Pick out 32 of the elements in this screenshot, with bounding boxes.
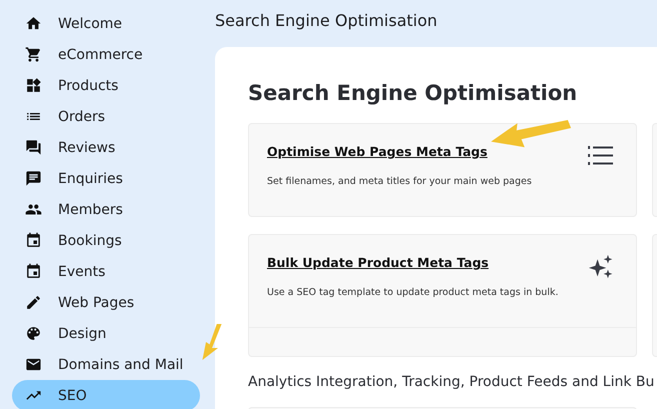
- sidebar-item[interactable]: Domains and Mail: [12, 349, 200, 380]
- home-icon: [25, 15, 42, 32]
- sidebar-item[interactable]: SEO: [12, 380, 200, 409]
- card-description: Use a SEO tag template to update product meta tags in bulk.: [267, 287, 558, 298]
- header-title: Search Engine Optimisation: [215, 10, 438, 32]
- sidebar-item[interactable]: Enquiries: [12, 163, 200, 194]
- section-title: Analytics Integration, Tracking, Product Feeds and Link Bu: [248, 374, 656, 390]
- calendar-icon: [25, 232, 42, 249]
- cart-icon: [25, 46, 42, 63]
- sidebar-item[interactable]: Events: [12, 256, 200, 287]
- sparkle-icon: [588, 254, 614, 280]
- sidebar-item[interactable]: Members: [12, 194, 200, 225]
- sidebar-item[interactable]: Bookings: [12, 225, 200, 256]
- card-description: Set filenames, and meta titles for your main web pages: [267, 176, 532, 187]
- palette-icon: [25, 325, 42, 342]
- envelope-icon: [25, 356, 42, 373]
- sidebar-item[interactable]: Web Pages: [12, 287, 200, 318]
- sidebar-item[interactable]: Orders: [12, 101, 200, 132]
- arrow-annotation-icon: [200, 322, 224, 362]
- sidebar-item[interactable]: Welcome: [12, 8, 200, 39]
- calendar-icon: [25, 263, 42, 280]
- sidebar-item[interactable]: Reviews: [12, 132, 200, 163]
- page-title: Search Engine Optimisation: [248, 81, 578, 105]
- sidebar-item[interactable]: eCommerce: [12, 39, 200, 70]
- chat-bubbles-icon: [25, 139, 42, 156]
- card-title-link[interactable]: Bulk Update Product Meta Tags: [267, 255, 489, 270]
- sidebar-item[interactable]: Design: [12, 318, 200, 349]
- sidebar-item[interactable]: Products: [12, 70, 200, 101]
- message-icon: [25, 170, 42, 187]
- card-title-link[interactable]: Optimise Web Pages Meta Tags: [267, 144, 488, 159]
- pencil-icon: [25, 294, 42, 311]
- widgets-icon: [25, 77, 42, 94]
